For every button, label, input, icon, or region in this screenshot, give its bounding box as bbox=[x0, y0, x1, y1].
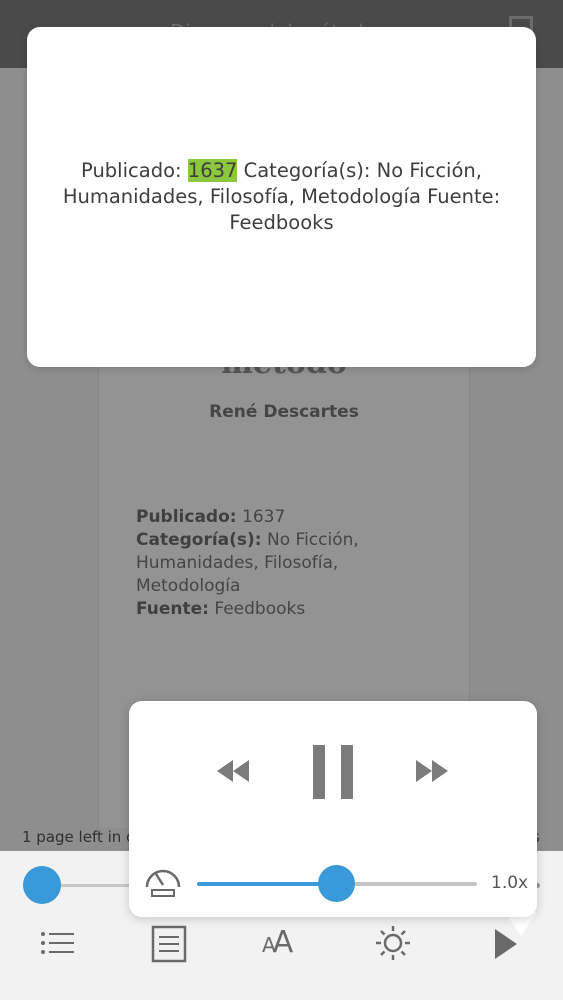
pages-left-text: 1 page left in c bbox=[22, 828, 135, 846]
definition-popup: Publicado: 1637 Categoría(s): No Ficción… bbox=[27, 27, 536, 367]
categories-value-2: Humanidades, Filosofía, bbox=[136, 553, 339, 573]
page-slider-knob[interactable] bbox=[23, 866, 61, 904]
rewind-icon[interactable] bbox=[217, 760, 249, 782]
pause-icon-bar-left bbox=[313, 745, 325, 799]
pause-icon-bar-right bbox=[341, 745, 353, 799]
page-icon[interactable] bbox=[151, 925, 187, 963]
published-value: 1637 bbox=[242, 507, 286, 527]
speed-slider-fill bbox=[197, 882, 337, 886]
popup-text: Publicado: 1637 Categoría(s): No Ficción… bbox=[49, 158, 514, 236]
source-label: Fuente: bbox=[136, 599, 209, 619]
book-metadata: Publicado: 1637 Categoría(s): No Ficción… bbox=[136, 506, 436, 621]
brightness-icon[interactable] bbox=[375, 925, 411, 961]
categories-value-3: Metodología bbox=[136, 576, 241, 596]
categories-label: Categoría(s): bbox=[136, 530, 262, 550]
categories-value-1: No Ficción, bbox=[267, 530, 359, 550]
font-size-icon[interactable]: AA bbox=[262, 925, 293, 960]
highlighted-text: 1637 bbox=[187, 159, 238, 182]
source-value: Feedbooks bbox=[214, 599, 306, 619]
book-author: René Descartes bbox=[209, 402, 359, 422]
popup-text-before: Publicado: bbox=[81, 159, 188, 182]
speed-slider-knob[interactable] bbox=[318, 865, 355, 902]
audio-player-popover: 1.0x bbox=[129, 701, 537, 917]
pause-button[interactable] bbox=[313, 745, 353, 799]
speed-label: 1.0x bbox=[491, 873, 529, 893]
fast-forward-icon[interactable] bbox=[416, 760, 448, 782]
list-icon[interactable] bbox=[40, 925, 76, 961]
speedometer-icon bbox=[145, 869, 181, 897]
published-label: Publicado: bbox=[136, 507, 237, 527]
